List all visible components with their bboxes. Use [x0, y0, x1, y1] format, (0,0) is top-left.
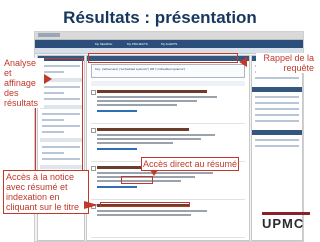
- search-query-text: Key: (refinement) ("embedded systems") O…: [95, 67, 186, 71]
- side-panel-item[interactable]: [255, 96, 299, 98]
- result-source: [97, 100, 197, 102]
- result-abstract-link[interactable]: [97, 186, 137, 188]
- result-title-highlight-box: [100, 202, 190, 207]
- result-authors: [97, 134, 215, 136]
- side-panel-item[interactable]: [255, 108, 299, 110]
- result-abstract-link[interactable]: [97, 110, 137, 112]
- result-title[interactable]: [97, 128, 189, 131]
- side-panel-item[interactable]: [255, 139, 299, 141]
- result-authors: [97, 210, 207, 212]
- result-meta: [97, 142, 173, 144]
- side-panel-item[interactable]: [255, 145, 299, 147]
- result-checkbox[interactable]: [91, 166, 96, 171]
- callout-refine: Analyse et affinage des résultats: [4, 58, 44, 108]
- side-panel-item[interactable]: [255, 114, 299, 116]
- side-panel-item[interactable]: [255, 77, 299, 79]
- arrow-right-icon: [84, 201, 98, 209]
- result-item: [91, 203, 245, 238]
- result-source: [97, 214, 191, 216]
- result-item: [91, 89, 245, 124]
- callout-query: Rappel de la requête: [256, 53, 314, 73]
- upmc-logo: UPMC: [262, 212, 312, 236]
- result-checkbox[interactable]: [91, 128, 96, 133]
- nav-item-search[interactable]: My SEARCH: [95, 42, 112, 46]
- app-top-bar: [35, 32, 303, 40]
- result-title[interactable]: [97, 90, 207, 93]
- sort-options-row[interactable]: [91, 81, 245, 86]
- side-panel-item[interactable]: [255, 102, 299, 104]
- abstract-link-highlight-box: [121, 176, 153, 184]
- logo-bar: [262, 212, 310, 215]
- side-panel-header: [252, 130, 302, 135]
- search-query-box[interactable]: Key: (refinement) ("embedded systems") O…: [91, 64, 245, 78]
- result-abstract-link[interactable]: [97, 148, 137, 150]
- logo-text: UPMC: [262, 216, 305, 231]
- arrow-right-icon: [44, 74, 52, 84]
- callout-abstract: Accès direct au résumé: [141, 157, 239, 171]
- query-highlight-box: [88, 53, 238, 63]
- arrow-left-icon: [239, 57, 247, 67]
- results-panel: Key: (refinement) ("embedded systems") O…: [86, 55, 250, 241]
- result-authors: [97, 96, 217, 98]
- side-panel-item[interactable]: [255, 120, 299, 122]
- result-source: [97, 138, 201, 140]
- nav-item-alerts[interactable]: My ALERTS: [161, 42, 177, 46]
- result-meta: [97, 104, 177, 106]
- app-nav-bar: My SEARCH My PROJECTS My ALERTS: [35, 40, 303, 48]
- nav-item-projects[interactable]: My PROJECTS: [127, 42, 148, 46]
- callout-record: Accès à la notice avec résumé et indexat…: [3, 170, 89, 214]
- arrow-down-icon: [150, 170, 158, 176]
- result-checkbox[interactable]: [91, 90, 96, 95]
- slide-title: Résultats : présentation: [63, 8, 257, 27]
- side-panel-header: [252, 87, 302, 92]
- app-logo: [38, 33, 60, 37]
